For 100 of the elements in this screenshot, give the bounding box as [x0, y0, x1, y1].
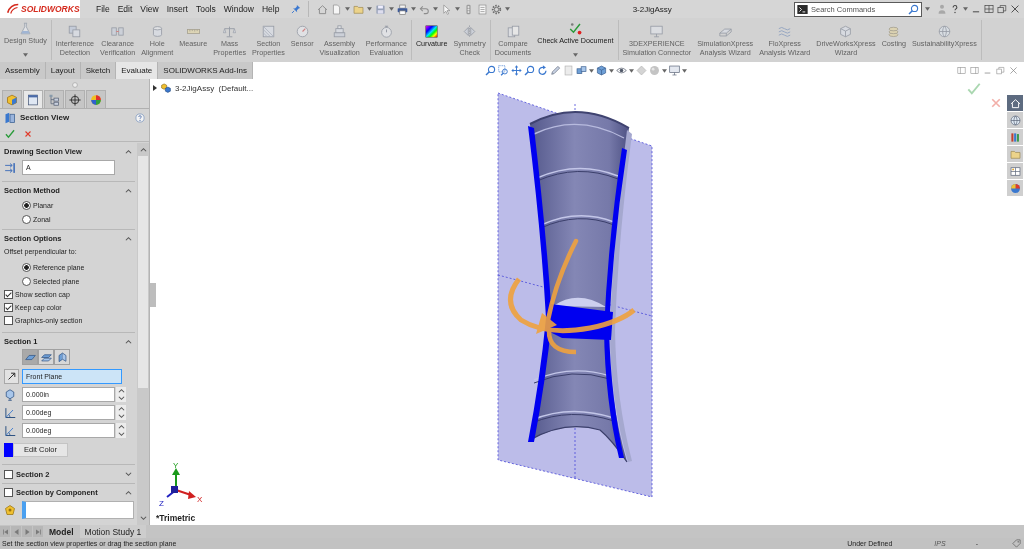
chevron-up-icon[interactable]: [125, 235, 132, 241]
tile-icon[interactable]: [984, 4, 994, 14]
two-cubes-icon[interactable]: [575, 65, 587, 76]
checkbox[interactable]: [4, 488, 13, 497]
tab-scroll-button[interactable]: [0, 526, 10, 537]
task-pane-tab[interactable]: [1007, 95, 1023, 111]
caret-icon[interactable]: [628, 68, 634, 73]
radio-button[interactable]: [22, 214, 31, 224]
split-left-icon[interactable]: [957, 66, 966, 75]
circular-arrow-icon[interactable]: [536, 65, 548, 76]
menu-item[interactable]: Insert: [166, 4, 188, 14]
menu-item[interactable]: Edit: [117, 4, 133, 14]
cursor-icon[interactable]: [441, 3, 453, 15]
magnifier-icon[interactable]: [523, 65, 535, 76]
eye-icon[interactable]: [615, 65, 627, 76]
scrollbar-thumb[interactable]: [138, 156, 148, 388]
chevron-up-icon[interactable]: [139, 147, 147, 152]
spin-button[interactable]: [116, 405, 126, 420]
scrollbar-track[interactable]: [137, 143, 149, 525]
checkbox[interactable]: [4, 469, 13, 479]
caret-icon[interactable]: [433, 7, 439, 11]
caret-icon[interactable]: [505, 7, 511, 11]
house-icon[interactable]: [317, 3, 329, 15]
checkbox[interactable]: [4, 303, 13, 312]
caret-icon[interactable]: [367, 7, 373, 11]
caret-icon[interactable]: [588, 68, 594, 73]
printer-icon[interactable]: [397, 3, 409, 15]
question-mark-icon[interactable]: [950, 4, 960, 14]
toggle-button[interactable]: [22, 349, 38, 365]
caret-icon[interactable]: [411, 7, 417, 11]
bottom-tab[interactable]: Motion Study 1: [79, 525, 147, 538]
chevron-up-icon[interactable]: [125, 148, 132, 154]
magnifier-icon[interactable]: [908, 3, 919, 15]
menu-item[interactable]: Help: [262, 4, 280, 14]
tree-item[interactable]: 3-2JigAssy (Default...: [175, 83, 254, 93]
ribbon-tab[interactable]: Layout: [45, 62, 81, 79]
chevron-down-icon[interactable]: [139, 516, 147, 521]
panel-tab[interactable]: [86, 90, 106, 108]
panel-tab[interactable]: [2, 90, 22, 108]
ribbon-tab[interactable]: SOLIDWORKS Add-Ins: [158, 62, 253, 79]
caret-icon[interactable]: [681, 68, 687, 73]
monitor-icon[interactable]: [668, 65, 680, 76]
selection-list-field[interactable]: [22, 501, 134, 519]
document-icon[interactable]: [331, 3, 343, 15]
chevron-up-icon[interactable]: [117, 388, 125, 394]
triangle-right-icon[interactable]: [153, 85, 157, 91]
tab-scroll-button[interactable]: [11, 526, 21, 537]
magnifier-icon[interactable]: [484, 65, 496, 76]
checkmark-icon[interactable]: [5, 128, 15, 139]
caret-icon[interactable]: [572, 53, 578, 57]
caret-icon[interactable]: [925, 7, 930, 11]
pin-icon[interactable]: [291, 4, 302, 14]
close-icon[interactable]: [1010, 4, 1020, 14]
cross-icon[interactable]: [24, 129, 32, 138]
chevron-down-icon[interactable]: [117, 395, 125, 401]
caret-icon[interactable]: [455, 7, 461, 11]
gear-icon[interactable]: [491, 3, 503, 15]
menu-item[interactable]: Tools: [195, 4, 216, 14]
pencil-icon[interactable]: [549, 65, 561, 76]
chevron-up-icon[interactable]: [125, 490, 132, 495]
toggle-button[interactable]: [38, 349, 54, 365]
caret-icon[interactable]: [608, 68, 614, 73]
cube-icon[interactable]: [595, 65, 607, 76]
grip-dot-icon[interactable]: [71, 81, 78, 88]
caret-icon[interactable]: [345, 7, 351, 11]
radio-button[interactable]: [22, 262, 31, 272]
menu-item[interactable]: View: [140, 4, 159, 14]
chevron-down-icon[interactable]: [117, 413, 125, 419]
chevron-up-icon[interactable]: [125, 338, 132, 344]
spin-button[interactable]: [116, 423, 126, 438]
task-pane-tab[interactable]: [1007, 129, 1023, 145]
rotation-handle[interactable]: [508, 238, 636, 355]
toggle-button[interactable]: [54, 349, 70, 365]
undo-arrow-icon[interactable]: [419, 3, 431, 15]
tab-scroll-button[interactable]: [22, 526, 32, 537]
zoom-box-icon[interactable]: [497, 65, 509, 76]
caret-icon[interactable]: [963, 7, 968, 11]
chevron-down-icon[interactable]: [117, 431, 125, 437]
radio-button[interactable]: [22, 276, 31, 286]
question-circle-icon[interactable]: [135, 112, 145, 123]
splitter-handle[interactable]: [150, 283, 156, 307]
checkbox[interactable]: [4, 316, 13, 325]
caret-icon[interactable]: [389, 7, 395, 11]
panel-tab[interactable]: [23, 90, 43, 108]
task-pane-tab[interactable]: [1007, 180, 1023, 196]
ribbon-tab[interactable]: Assembly: [0, 62, 46, 79]
task-pane-tab[interactable]: [1007, 163, 1023, 179]
close-icon[interactable]: [1009, 66, 1018, 75]
spin-button[interactable]: [116, 387, 126, 402]
split-right-icon[interactable]: [970, 66, 979, 75]
caret-icon[interactable]: [661, 68, 667, 73]
chevron-up-icon[interactable]: [117, 424, 125, 430]
checkbox[interactable]: [4, 290, 13, 299]
menu-item[interactable]: File: [96, 4, 110, 14]
chevron-up-icon[interactable]: [125, 187, 132, 193]
chevron-down-icon[interactable]: [125, 471, 132, 477]
restore-icon[interactable]: [997, 4, 1007, 14]
ribbon-tab[interactable]: Sketch: [80, 62, 117, 79]
direction-button[interactable]: [4, 368, 19, 384]
panel-tab[interactable]: [65, 90, 85, 108]
